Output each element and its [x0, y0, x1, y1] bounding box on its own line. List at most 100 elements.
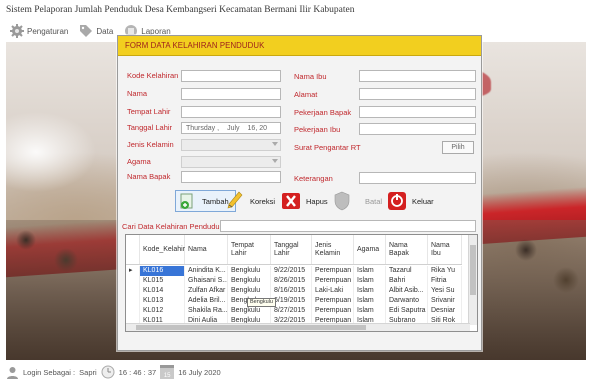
cell-nama-ibu[interactable]: Desniar: [428, 306, 462, 316]
cell-nama[interactable]: Shakila Ra...: [185, 306, 228, 316]
row-header: [126, 306, 140, 316]
cell-kode[interactable]: KL014: [140, 286, 185, 296]
label-tempat-lahir: Tempat Lahir: [127, 107, 171, 116]
cell-nama[interactable]: Anindita K...: [185, 266, 228, 276]
row-header: [126, 276, 140, 286]
cell-nama-ibu[interactable]: Yesi Su: [428, 286, 462, 296]
cell-kode[interactable]: KL015: [140, 276, 185, 286]
keluar-button[interactable]: Keluar: [386, 190, 434, 212]
cell-jenis-kelamin[interactable]: Perempuan: [312, 276, 354, 286]
cell-kode[interactable]: KL012: [140, 306, 185, 316]
row-header: [126, 296, 140, 306]
cell-agama[interactable]: Islam: [354, 296, 386, 306]
cell-tanggal-lahir[interactable]: 8/16/2015: [271, 286, 312, 296]
col-nama[interactable]: Nama: [185, 235, 228, 264]
table-row[interactable]: KL014 Zulfan Afkar Bengkulu 8/16/2015 La…: [126, 286, 462, 296]
cell-tempat-lahir[interactable]: Bengkulu: [228, 286, 271, 296]
scroll-thumb[interactable]: [470, 245, 476, 295]
kode-kelahiran-input[interactable]: [181, 70, 281, 82]
col-agama[interactable]: Agama: [354, 235, 386, 264]
tanggal-lahir-picker[interactable]: Thursday , July 16, 20: [181, 122, 281, 134]
cell-tempat-lahir[interactable]: Bengkulu: [228, 276, 271, 286]
label-jenis-kelamin: Jenis Kelamin: [127, 140, 174, 149]
koreksi-button[interactable]: Koreksi: [224, 190, 275, 212]
nama-input[interactable]: [181, 88, 281, 100]
shield-icon: [331, 190, 353, 212]
koreksi-label: Koreksi: [250, 196, 276, 206]
label-tanggal-lahir: Tanggal Lahir: [127, 123, 173, 132]
table-row[interactable]: KL013 Adelia Bril... Bengkulu 6/19/2015 …: [126, 296, 462, 306]
gear-icon: [10, 24, 24, 38]
login-label: Login Sebagai :: [23, 367, 76, 377]
cell-nama-ibu[interactable]: Fitria: [428, 276, 462, 286]
clock-time: 16 : 46 : 37: [118, 367, 157, 377]
cell-jenis-kelamin[interactable]: Laki-Laki: [312, 286, 354, 296]
col-nama-bapak[interactable]: Nama Bapak: [386, 235, 428, 264]
cell-jenis-kelamin[interactable]: Perempuan: [312, 266, 354, 276]
cell-tanggal-lahir[interactable]: 9/22/2015: [271, 266, 312, 276]
horizontal-scrollbar[interactable]: [126, 323, 470, 331]
data-grid[interactable]: Kode_Kelahir Nama Tempat Lahir Tanggal L…: [125, 234, 478, 332]
cell-kode[interactable]: KL016: [140, 266, 185, 276]
scroll-thumb[interactable]: [136, 325, 366, 330]
cell-tempat-lahir[interactable]: Bengkulu: [228, 266, 271, 276]
nama-bapak-input[interactable]: [181, 171, 281, 183]
search-label: Cari Data Kelahiran Penduduk: [122, 222, 224, 231]
batal-button[interactable]: Batal: [331, 190, 382, 212]
cell-nama[interactable]: Adelia Bril...: [185, 296, 228, 306]
col-jenis-kelamin[interactable]: Jenis Kelamin: [312, 235, 354, 264]
cell-nama-ibu[interactable]: Rika Yu: [428, 266, 462, 276]
label-keterangan: Keterangan: [294, 174, 333, 183]
col-tanggal-lahir[interactable]: Tanggal Lahir: [271, 235, 312, 264]
table-row[interactable]: KL015 Ghaisani S... Bengkulu 8/26/2015 P…: [126, 276, 462, 286]
cell-agama[interactable]: Islam: [354, 286, 386, 296]
grid-header: Kode_Kelahir Nama Tempat Lahir Tanggal L…: [126, 235, 462, 265]
cell-kode[interactable]: KL013: [140, 296, 185, 306]
row-header-corner: [126, 235, 140, 264]
table-row[interactable]: ▸ KL016 Anindita K... Bengkulu 9/22/2015…: [126, 266, 462, 276]
cell-nama-bapak[interactable]: Darwanto: [386, 296, 428, 306]
cell-nama-bapak[interactable]: Edi Saputra: [386, 306, 428, 316]
col-nama-ibu[interactable]: Nama Ibu: [428, 235, 462, 264]
date-day-name: Thursday ,: [186, 124, 220, 132]
cell-jenis-kelamin[interactable]: Perempuan: [312, 306, 354, 316]
vertical-scrollbar[interactable]: [468, 235, 477, 325]
table-row[interactable]: KL012 Shakila Ra... Bengkulu 8/27/2015 P…: [126, 306, 462, 316]
status-date: 16 July 2020: [178, 367, 221, 377]
pekerjaan-bapak-input[interactable]: [359, 106, 476, 118]
tempat-lahir-input[interactable]: [181, 106, 281, 118]
cell-nama-bapak[interactable]: Albit Asib...: [386, 286, 428, 296]
keluar-label: Keluar: [412, 196, 434, 206]
cell-agama[interactable]: Islam: [354, 276, 386, 286]
cell-nama-bapak[interactable]: Tazarul: [386, 266, 428, 276]
col-tempat-lahir[interactable]: Tempat Lahir: [228, 235, 271, 264]
cell-nama[interactable]: Ghaisani S...: [185, 276, 228, 286]
jenis-kelamin-select[interactable]: [181, 139, 281, 151]
label-kode-kelahiran: Kode Kelahiran: [127, 71, 179, 80]
alamat-input[interactable]: [359, 88, 476, 100]
search-input[interactable]: [220, 220, 476, 232]
cell-tanggal-lahir[interactable]: 6/19/2015: [271, 296, 312, 306]
col-kode[interactable]: Kode_Kelahir: [140, 235, 185, 264]
menu-pengaturan[interactable]: Pengaturan: [6, 23, 71, 39]
cell-tempat-lahir[interactable]: Bengkulu: [228, 306, 271, 316]
cell-nama[interactable]: Zulfan Afkar: [185, 286, 228, 296]
cell-nama-bapak[interactable]: Bahri: [386, 276, 428, 286]
cell-tanggal-lahir[interactable]: 8/27/2015: [271, 306, 312, 316]
login-user: Sapri: [79, 367, 97, 377]
pilih-button[interactable]: Pilih: [442, 141, 474, 154]
date-month: July: [227, 124, 240, 132]
row-marker: ▸: [126, 266, 140, 276]
cell-jenis-kelamin[interactable]: Perempuan: [312, 296, 354, 306]
menu-data[interactable]: Data: [75, 23, 116, 39]
cell-agama[interactable]: Islam: [354, 306, 386, 316]
keterangan-input[interactable]: [359, 172, 476, 184]
cell-tanggal-lahir[interactable]: 8/26/2015: [271, 276, 312, 286]
nama-ibu-input[interactable]: [359, 70, 476, 82]
hapus-button[interactable]: Hapus: [280, 190, 328, 212]
cell-agama[interactable]: Islam: [354, 266, 386, 276]
cell-nama-ibu[interactable]: Srivanir: [428, 296, 462, 306]
pekerjaan-ibu-input[interactable]: [359, 123, 476, 135]
agama-select[interactable]: [181, 156, 281, 168]
form-title: FORM DATA KELAHIRAN PENDUDUK: [118, 36, 481, 56]
